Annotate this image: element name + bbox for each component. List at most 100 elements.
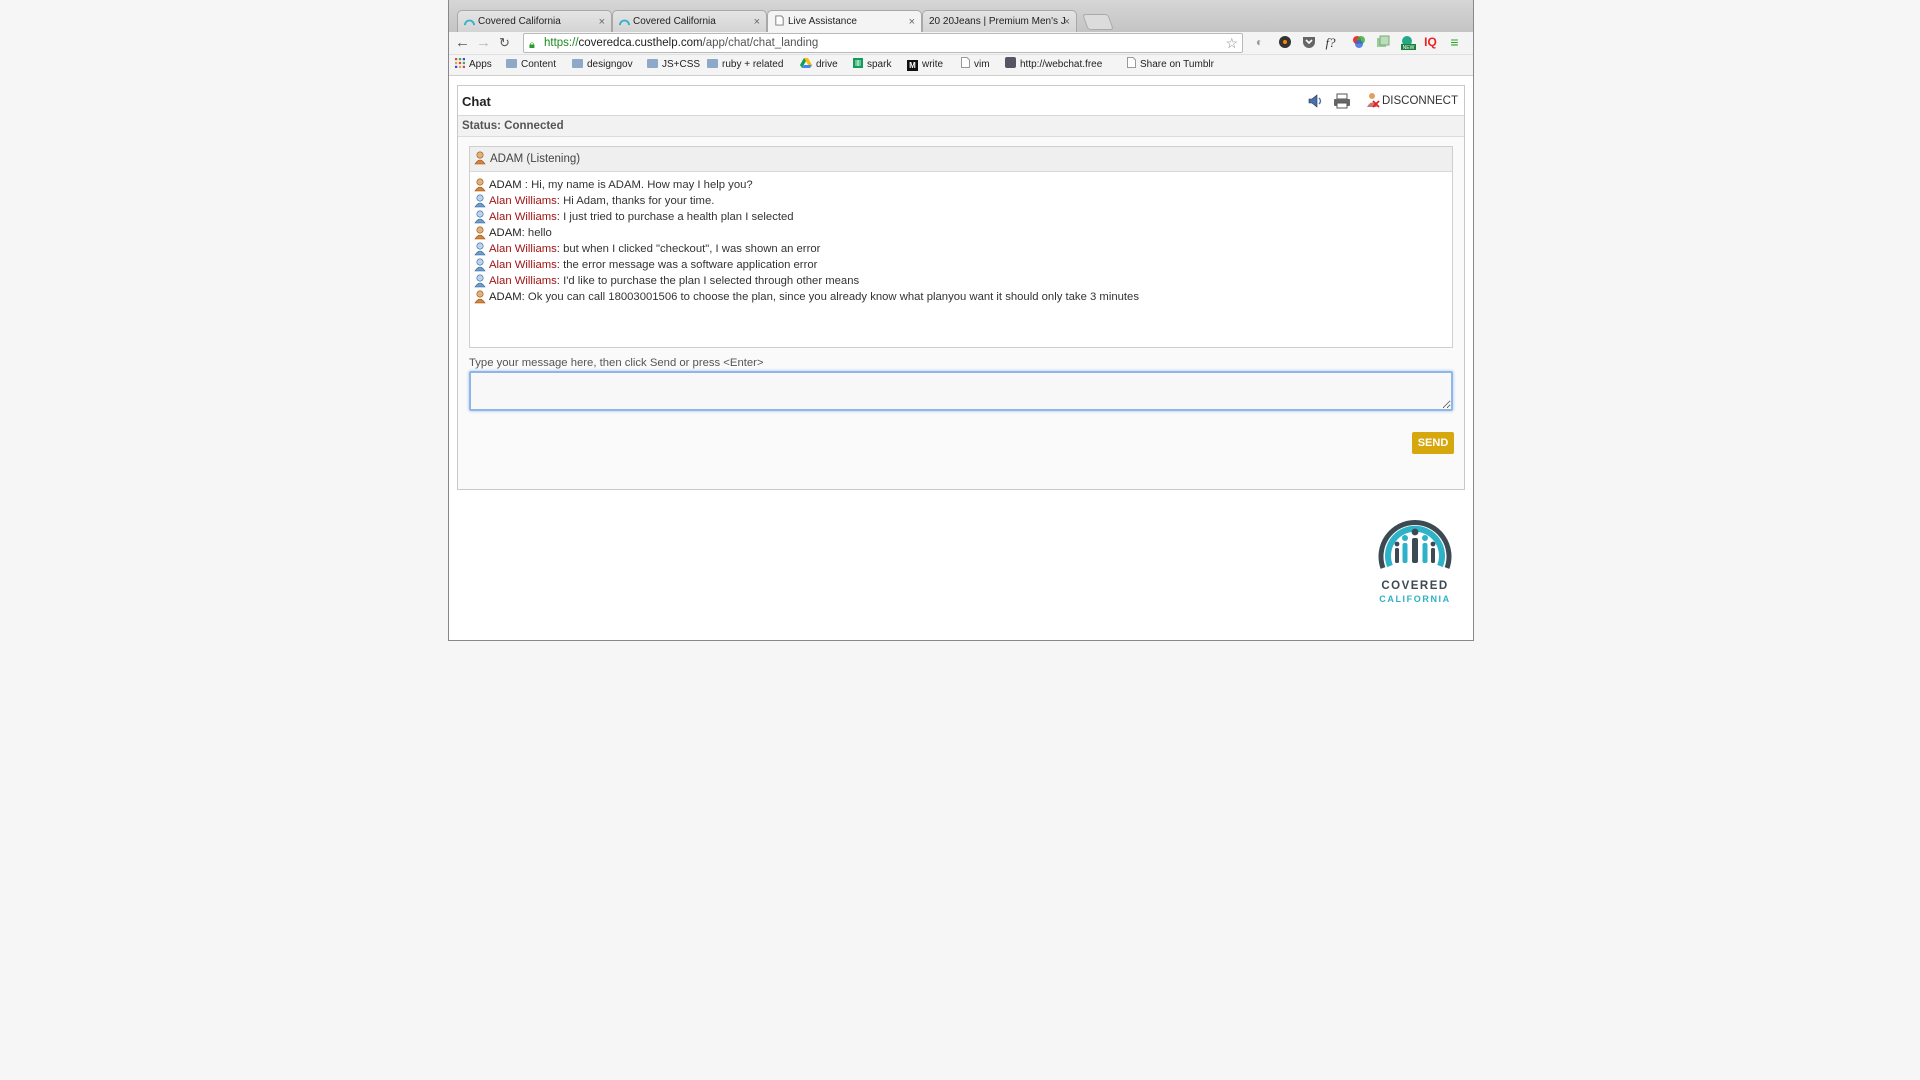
bookmark-write[interactable]: Mwrite <box>907 55 943 75</box>
agent-icon <box>474 226 486 240</box>
tab-strip: Covered California × Covered California … <box>449 0 1473 32</box>
message-text: Hi Adam, thanks for your time. <box>563 195 715 207</box>
agent-icon <box>474 178 486 192</box>
bookmark-ruby-related[interactable]: ruby + related <box>707 55 783 75</box>
browser-window: Covered California × Covered California … <box>448 0 1474 641</box>
message-text: hello <box>527 227 552 239</box>
page-favicon-icon <box>775 15 784 26</box>
folder-icon <box>707 59 718 68</box>
disconnect-label: DISCONNECT <box>1381 95 1458 107</box>
tab-live-assistance[interactable]: Live Assistance × <box>767 10 922 32</box>
connection-status: Status: Connected <box>462 120 564 132</box>
bookmark-designgov[interactable]: designgov <box>572 55 633 75</box>
covered-california-logo-icon <box>1378 520 1452 569</box>
tab-2020jeans[interactable]: 20 20Jeans | Premium Men's J × <box>922 10 1077 32</box>
folder-icon <box>506 59 517 68</box>
back-arrow-icon[interactable]: ← <box>455 34 470 52</box>
agent-icon <box>474 290 486 304</box>
user-icon <box>474 242 486 256</box>
message-sender: Alan Williams <box>489 211 557 223</box>
bookmark-webchat[interactable]: http://webchat.free <box>1005 55 1112 75</box>
tab-covered-california-2[interactable]: Covered California × <box>612 10 767 32</box>
covered-california-logo: COVERED CALIFORNIA <box>1373 500 1457 610</box>
extension-pages-icon[interactable] <box>1375 35 1390 50</box>
bookmark-label: Share on Tumblr <box>1140 59 1214 70</box>
message-sender: ADAM <box>489 291 522 303</box>
chat-message: Alan Williams: Hi Adam, thanks for your … <box>473 193 1449 209</box>
extension-shield-icon[interactable]: ◐ <box>1252 35 1267 50</box>
user-icon <box>474 194 486 208</box>
user-icon <box>474 258 486 272</box>
url-host: coveredca.custhelp.com <box>578 37 703 49</box>
bookmark-label: JS+CSS <box>662 59 701 70</box>
close-icon[interactable]: × <box>754 11 760 32</box>
disconnect-person-icon <box>1366 93 1380 108</box>
agent-status-text: ADAM (Listening) <box>490 153 581 165</box>
bookmark-label: drive <box>816 59 838 70</box>
forward-arrow-icon[interactable]: → <box>476 34 491 52</box>
extension-iq-icon[interactable]: IQ <box>1423 35 1438 50</box>
close-icon[interactable]: × <box>599 11 605 32</box>
chat-message: ADAM: Ok you can call 18003001506 to cho… <box>473 289 1449 305</box>
sound-icon[interactable] <box>1306 92 1324 110</box>
drive-icon <box>800 58 812 68</box>
user-icon <box>474 274 486 288</box>
agent-icon <box>474 151 486 165</box>
status-bar: Status: Connected <box>458 116 1464 137</box>
bookmark-drive[interactable]: drive <box>800 55 838 75</box>
spreadsheet-icon <box>853 58 863 68</box>
agent-status-bar: ADAM (Listening) <box>470 147 1452 172</box>
extension-f-icon[interactable]: f? <box>1323 35 1338 50</box>
address-bar[interactable]: 🔒︎ https://coveredca.custhelp.com/app/ch… <box>523 33 1243 53</box>
message-separator: : <box>521 179 532 191</box>
bookmark-star-icon[interactable]: ☆ <box>1225 34 1238 52</box>
menu-hamburger-icon[interactable]: ≡ <box>1447 35 1462 50</box>
message-text: the error message was a software applica… <box>563 259 818 271</box>
message-input-label: Type your message here, then click Send … <box>469 357 764 369</box>
user-icon <box>474 210 486 224</box>
bookmark-label: vim <box>974 59 990 70</box>
send-button[interactable]: SEND <box>1412 432 1454 454</box>
new-badge-text: NEW <box>1403 45 1415 51</box>
close-icon[interactable]: × <box>909 11 915 32</box>
logo-text-california: CALIFORNIA <box>1379 594 1451 604</box>
disconnect-button[interactable]: DISCONNECT <box>1364 92 1458 110</box>
pocket-icon[interactable] <box>1301 35 1316 50</box>
apps-grid-icon <box>455 58 465 68</box>
url-scheme: https:// <box>544 37 579 49</box>
bookmarks-bar: Apps Content designgov JS+CSS ruby + rel… <box>449 55 1473 76</box>
close-icon[interactable]: × <box>1064 11 1070 32</box>
tab-covered-california-1[interactable]: Covered California × <box>457 10 612 32</box>
bookmark-vim[interactable]: vim <box>961 55 990 75</box>
print-icon[interactable] <box>1333 92 1351 110</box>
bookmark-js-css[interactable]: JS+CSS <box>647 55 700 75</box>
color-wheel-icon[interactable] <box>1351 35 1366 50</box>
message-input[interactable] <box>469 371 1453 411</box>
tab-label: Covered California <box>478 16 561 27</box>
bookmark-label: designgov <box>587 59 633 70</box>
page-icon <box>961 57 970 68</box>
message-sender: Alan Williams <box>489 195 557 207</box>
bookmark-label: http://webchat.free <box>1020 59 1103 70</box>
chat-transcript[interactable]: ADAM (Listening) ADAM : Hi, my name is A… <box>469 146 1453 348</box>
reload-icon[interactable]: ↻ <box>499 34 510 52</box>
bookmark-label: Apps <box>469 59 492 70</box>
new-tab-button[interactable] <box>1082 14 1114 30</box>
covered-ca-favicon-icon <box>464 19 475 26</box>
webchat-icon <box>1005 57 1016 68</box>
message-sender: Alan Williams <box>489 243 557 255</box>
lock-icon: 🔒︎ <box>529 39 535 51</box>
message-text: but when I clicked "checkout", I was sho… <box>563 243 821 255</box>
bookmark-apps[interactable]: Apps <box>455 55 492 75</box>
message-text: Ok you can call 18003001506 to choose th… <box>527 291 1139 303</box>
message-list: ADAM : Hi, my name is ADAM. How may I he… <box>470 172 1452 310</box>
bookmark-content[interactable]: Content <box>506 55 556 75</box>
message-sender: ADAM <box>489 179 522 191</box>
extension-new-icon[interactable]: NEW <box>1399 35 1416 51</box>
chat-message: Alan Williams: but when I clicked "check… <box>473 241 1449 257</box>
chat-message: ADAM : Hi, my name is ADAM. How may I he… <box>473 177 1449 193</box>
bookmark-spark[interactable]: spark <box>853 55 891 75</box>
message-sender: Alan Williams <box>489 275 557 287</box>
extension-dark-circle-icon[interactable] <box>1277 35 1292 50</box>
bookmark-share-tumblr[interactable]: Share on Tumblr <box>1127 55 1214 75</box>
